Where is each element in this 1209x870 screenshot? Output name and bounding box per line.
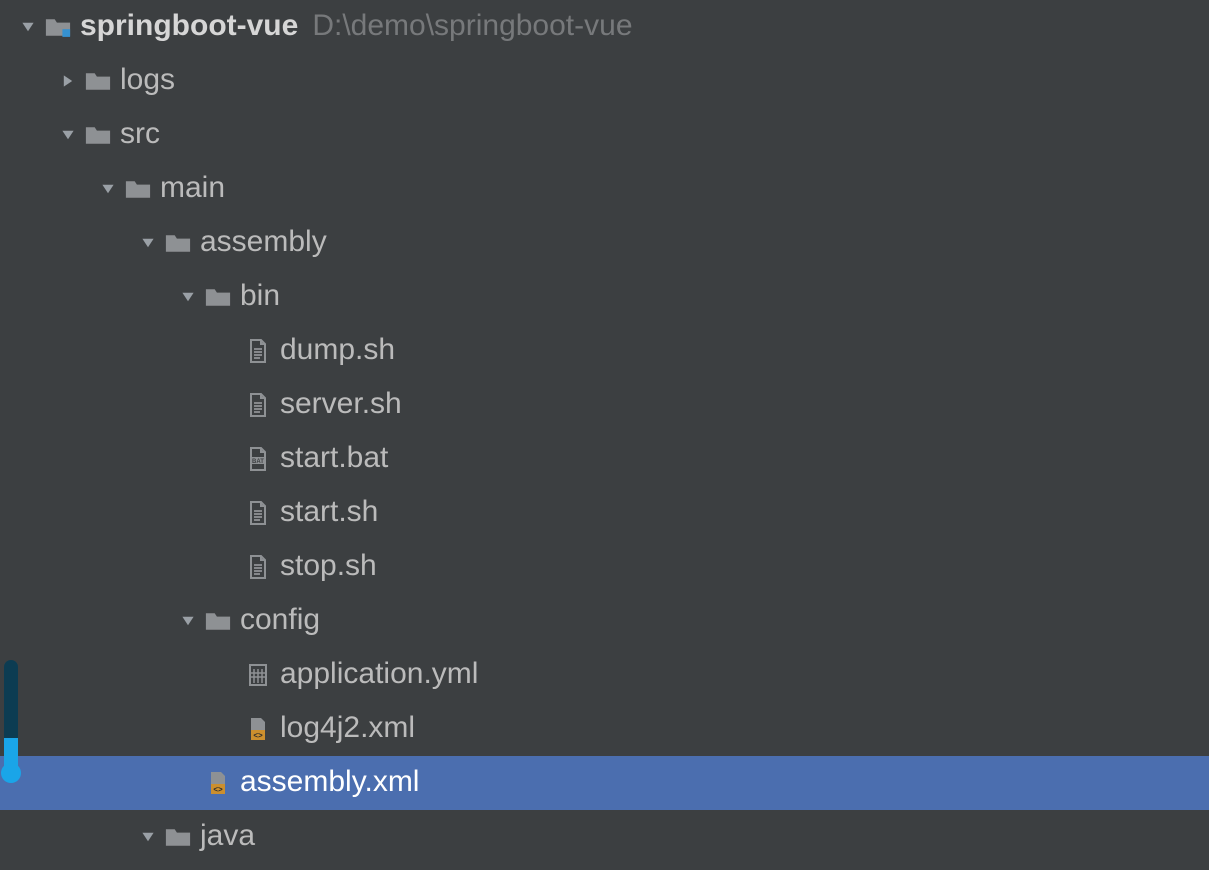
node-label: assembly.xml bbox=[240, 765, 419, 801]
node-label: server.sh bbox=[280, 387, 402, 423]
chevron-right-icon[interactable] bbox=[58, 74, 78, 88]
text-file-icon bbox=[244, 554, 272, 580]
node-label: java bbox=[200, 819, 255, 855]
node-label: application.yml bbox=[280, 657, 478, 693]
node-label: start.bat bbox=[280, 441, 388, 477]
node-label: assembly bbox=[200, 225, 327, 261]
node-label: stop.sh bbox=[280, 549, 377, 585]
folder-icon bbox=[204, 608, 232, 634]
chevron-down-icon[interactable] bbox=[98, 182, 118, 196]
chevron-down-icon[interactable] bbox=[178, 614, 198, 628]
tree-node-start-sh[interactable]: start.sh bbox=[0, 486, 1209, 540]
text-file-icon bbox=[244, 500, 272, 526]
chevron-down-icon[interactable] bbox=[138, 236, 158, 250]
tree-node-assembly[interactable]: assembly bbox=[0, 216, 1209, 270]
tree-node-assembly-xml[interactable]: assembly.xml bbox=[0, 756, 1209, 810]
project-tree[interactable]: springboot-vue D:\demo\springboot-vue lo… bbox=[0, 0, 1209, 864]
folder-icon bbox=[204, 284, 232, 310]
tree-node-application-yml[interactable]: application.yml bbox=[0, 648, 1209, 702]
xml-file-icon bbox=[244, 716, 272, 742]
xml-file-icon bbox=[204, 770, 232, 796]
chevron-down-icon[interactable] bbox=[178, 290, 198, 304]
node-label: main bbox=[160, 171, 225, 207]
thermometer-icon bbox=[4, 660, 18, 780]
node-label: start.sh bbox=[280, 495, 378, 531]
node-label: src bbox=[120, 117, 160, 153]
tree-node-java[interactable]: java bbox=[0, 810, 1209, 864]
chevron-down-icon[interactable] bbox=[18, 20, 38, 34]
node-label: logs bbox=[120, 63, 175, 99]
node-label: bin bbox=[240, 279, 280, 315]
tree-node-logs[interactable]: logs bbox=[0, 54, 1209, 108]
folder-icon bbox=[164, 824, 192, 850]
tree-node-root[interactable]: springboot-vue D:\demo\springboot-vue bbox=[0, 0, 1209, 54]
folder-icon bbox=[84, 68, 112, 94]
tree-node-start-bat[interactable]: start.bat bbox=[0, 432, 1209, 486]
folder-icon bbox=[124, 176, 152, 202]
chevron-down-icon[interactable] bbox=[58, 128, 78, 142]
folder-icon bbox=[84, 122, 112, 148]
chevron-down-icon[interactable] bbox=[138, 830, 158, 844]
node-label: config bbox=[240, 603, 320, 639]
tree-node-main[interactable]: main bbox=[0, 162, 1209, 216]
bat-file-icon bbox=[244, 446, 272, 472]
tree-node-src[interactable]: src bbox=[0, 108, 1209, 162]
tree-node-bin[interactable]: bin bbox=[0, 270, 1209, 324]
gutter-indicator bbox=[0, 650, 22, 780]
node-label: dump.sh bbox=[280, 333, 395, 369]
folder-icon bbox=[164, 230, 192, 256]
text-file-icon bbox=[244, 392, 272, 418]
tree-node-server-sh[interactable]: server.sh bbox=[0, 378, 1209, 432]
root-name: springboot-vue bbox=[80, 9, 298, 45]
module-icon bbox=[44, 14, 72, 40]
tree-node-log4j2-xml[interactable]: log4j2.xml bbox=[0, 702, 1209, 756]
text-file-icon bbox=[244, 338, 272, 364]
root-path: D:\demo\springboot-vue bbox=[312, 9, 632, 45]
tree-node-dump-sh[interactable]: dump.sh bbox=[0, 324, 1209, 378]
tree-node-stop-sh[interactable]: stop.sh bbox=[0, 540, 1209, 594]
tree-node-config[interactable]: config bbox=[0, 594, 1209, 648]
yml-file-icon bbox=[244, 662, 272, 688]
node-label: log4j2.xml bbox=[280, 711, 415, 747]
